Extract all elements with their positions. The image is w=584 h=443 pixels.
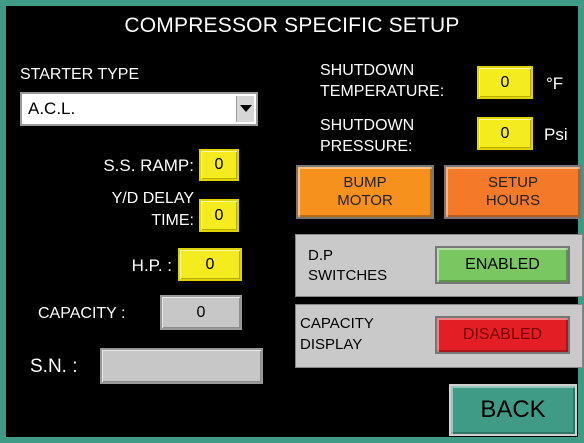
- capacity-value: 0: [160, 295, 242, 330]
- hp-label: H.P. :: [131, 256, 172, 275]
- shutdown-pressure-input[interactable]: 0: [477, 117, 533, 150]
- setup-hours-line1: SETUP: [487, 174, 538, 191]
- dp-switches-label-line2: SWITCHES: [308, 267, 388, 284]
- back-button[interactable]: BACK: [449, 384, 577, 436]
- bump-motor-line1: BUMP: [343, 174, 387, 191]
- pressure-unit: Psi: [544, 125, 568, 144]
- sn-input[interactable]: [100, 348, 263, 384]
- yd-delay-label-line1: Y/D DELAY: [111, 190, 194, 207]
- temperature-unit: °F: [546, 74, 564, 93]
- starter-type-selected: A.C.L.: [28, 99, 76, 118]
- starter-type-label: STARTER TYPE: [20, 66, 140, 83]
- setup-hours-line2: HOURS: [485, 192, 541, 209]
- starter-type-dropdown[interactable]: A.C.L.: [20, 92, 258, 126]
- capacity-display-label-line2: DISPLAY: [300, 336, 363, 353]
- shutdown-pressure-label-line2: PRESSURE:: [320, 138, 413, 155]
- shutdown-temperature-label-line2: TEMPERATURE:: [320, 83, 445, 100]
- shutdown-temperature-input[interactable]: 0: [477, 66, 533, 99]
- capacity-label: CAPACITY :: [38, 305, 126, 322]
- shutdown-temperature-label-line1: SHUTDOWN: [320, 62, 415, 79]
- shutdown-pressure-label-line1: SHUTDOWN: [320, 117, 415, 134]
- chevron-down-icon[interactable]: [236, 96, 254, 122]
- page-title: COMPRESSOR SPECIFIC SETUP: [124, 14, 460, 37]
- yd-delay-time-input[interactable]: 0: [199, 199, 239, 232]
- capacity-display-label-line1: CAPACITY: [300, 315, 374, 332]
- capacity-display-panel: CAPACITY DISPLAY DISABLED: [295, 304, 583, 368]
- bump-motor-button[interactable]: BUMP MOTOR: [296, 165, 434, 219]
- ss-ramp-label: S.S. RAMP:: [103, 156, 194, 175]
- dp-switches-toggle[interactable]: ENABLED: [435, 246, 570, 284]
- ss-ramp-input[interactable]: 0: [199, 149, 239, 181]
- setup-hours-button[interactable]: SETUP HOURS: [444, 165, 582, 219]
- hp-input[interactable]: 0: [178, 248, 242, 281]
- capacity-display-toggle[interactable]: DISABLED: [435, 316, 570, 354]
- yd-delay-label-line2: TIME:: [151, 212, 194, 229]
- hmi-screen: COMPRESSOR SPECIFIC SETUP STARTER TYPE A…: [0, 0, 584, 443]
- sn-label: S.N. :: [30, 356, 78, 377]
- bump-motor-line2: MOTOR: [337, 192, 393, 209]
- dp-switches-panel: D.P SWITCHES ENABLED: [295, 234, 583, 297]
- dp-switches-label-line1: D.P: [308, 247, 334, 264]
